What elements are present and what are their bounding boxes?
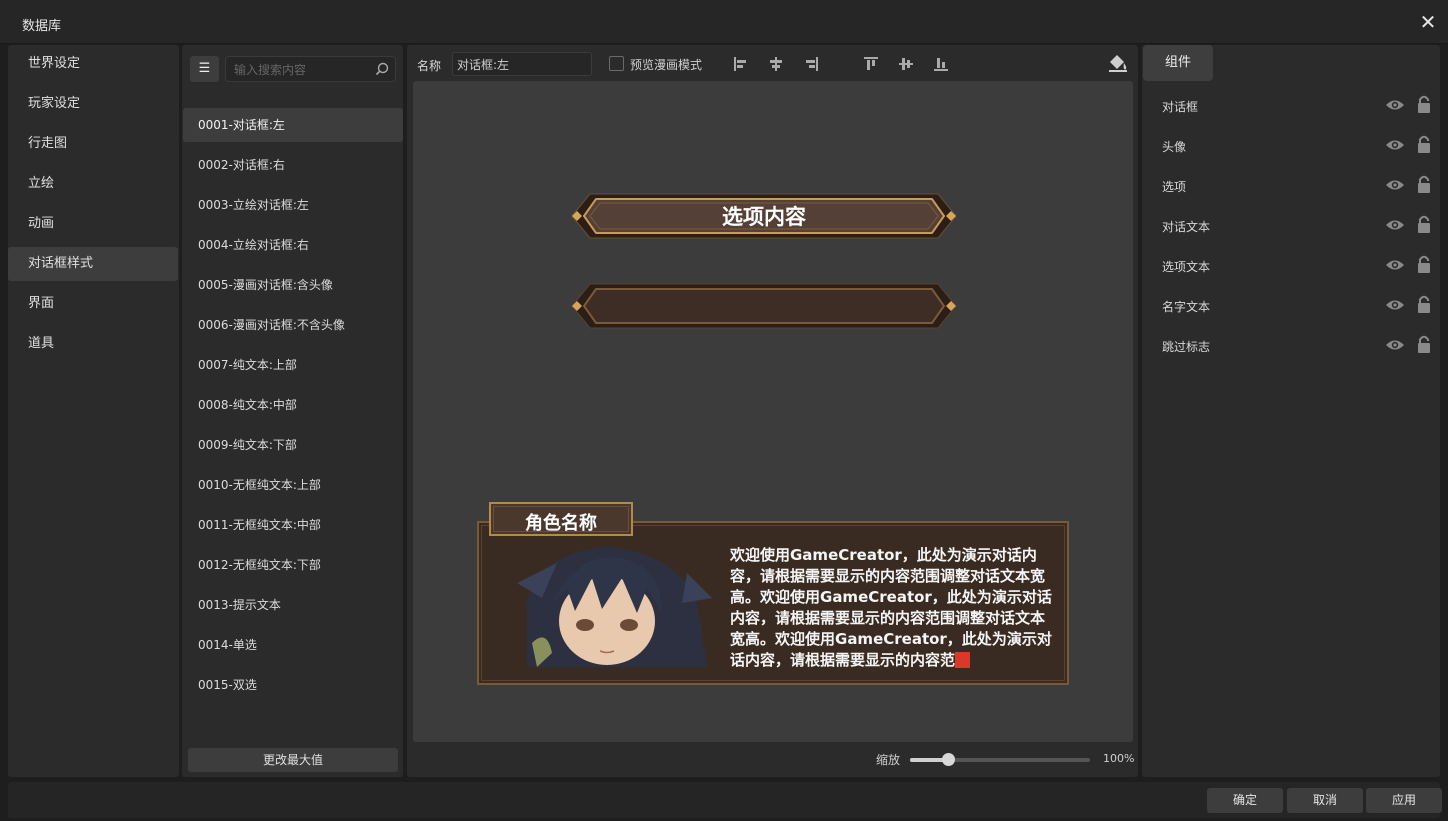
preview-comic-checkbox[interactable]: [609, 56, 624, 71]
component-item[interactable]: 对话框: [1142, 88, 1440, 122]
list-item[interactable]: 0008-纯文本:中部: [183, 388, 403, 422]
list-item[interactable]: 0007-纯文本:上部: [183, 348, 403, 382]
footer-bar: 确定 取消 应用: [8, 782, 1442, 818]
list-item[interactable]: 0006-漫画对话框:不含头像: [183, 308, 403, 342]
zoom-slider-handle[interactable]: [941, 753, 955, 766]
title-bar: 数据库 ✕: [0, 0, 1448, 44]
paint-bucket-icon[interactable]: [1107, 53, 1129, 73]
list-item[interactable]: 0003-立绘对话框:左: [183, 188, 403, 222]
align-center-horizontal-icon[interactable]: [767, 55, 785, 73]
visibility-eye-icon[interactable]: [1385, 177, 1405, 193]
preview-canvas[interactable]: 选项内容 角色名称 欢迎使用GameCreator，此处为演示对话内容，请根据需…: [413, 81, 1133, 742]
component-item[interactable]: 跳过标志: [1142, 328, 1440, 362]
list-item[interactable]: 0015-双选: [183, 668, 403, 702]
option-plate: [571, 283, 957, 329]
search-icon[interactable]: [375, 62, 389, 76]
align-left-icon[interactable]: [732, 55, 750, 73]
components-panel: 组件 对话框头像选项对话文本选项文本名字文本跳过标志: [1142, 45, 1440, 777]
category-item[interactable]: 行走图: [8, 127, 178, 161]
editor-panel: 名称 预览漫画模式 选项内容: [407, 45, 1138, 777]
list-item[interactable]: 0014-单选: [183, 628, 403, 662]
visibility-eye-icon[interactable]: [1385, 297, 1405, 313]
category-item[interactable]: 道具: [8, 327, 178, 361]
component-item[interactable]: 名字文本: [1142, 288, 1440, 322]
name-label: 名称: [417, 59, 442, 73]
ok-button[interactable]: 确定: [1207, 788, 1283, 813]
align-bottom-icon[interactable]: [932, 55, 950, 73]
lock-icon[interactable]: [1416, 294, 1432, 314]
component-label: 对话框: [1162, 100, 1199, 114]
visibility-eye-icon[interactable]: [1385, 217, 1405, 233]
lock-icon[interactable]: [1416, 94, 1432, 114]
visibility-eye-icon[interactable]: [1385, 257, 1405, 273]
zoom-value: 100%: [1103, 752, 1135, 765]
cancel-button[interactable]: 取消: [1287, 788, 1363, 813]
dialog-text: 欢迎使用GameCreator，此处为演示对话内容，请根据需要显示的内容范围调整…: [730, 545, 1055, 671]
option-text: 选项内容: [722, 205, 806, 229]
component-label: 选项: [1162, 180, 1187, 194]
list-item-selected[interactable]: 0001-对话框:左: [183, 108, 403, 142]
category-panel: 世界设定 玩家设定 行走图 立绘 动画 对话框样式 界面 道具: [8, 45, 179, 777]
speaker-name: 角色名称: [525, 513, 597, 534]
window-title: 数据库: [22, 19, 62, 34]
list-item[interactable]: 0002-对话框:右: [183, 148, 403, 182]
list-item[interactable]: 0011-无框纯文本:中部: [183, 508, 403, 542]
list-item[interactable]: 0013-提示文本: [183, 588, 403, 622]
align-right-icon[interactable]: [802, 55, 820, 73]
apply-button[interactable]: 应用: [1366, 788, 1442, 813]
zoom-label: 缩放: [876, 753, 901, 767]
list-item[interactable]: 0009-纯文本:下部: [183, 428, 403, 462]
align-middle-vertical-icon[interactable]: [897, 55, 915, 73]
style-list-panel: ☰ 0001-对话框:左 0002-对话框:右 0003-立绘对话框:左 000…: [182, 45, 403, 777]
name-field[interactable]: [452, 52, 592, 76]
category-item[interactable]: 界面: [8, 287, 178, 321]
component-item[interactable]: 选项: [1142, 168, 1440, 202]
name-plate: 角色名称: [489, 502, 633, 536]
tab-components[interactable]: 组件: [1143, 45, 1213, 81]
visibility-eye-icon[interactable]: [1385, 337, 1405, 353]
component-item[interactable]: 头像: [1142, 128, 1440, 162]
component-label: 名字文本: [1162, 300, 1211, 314]
list-item[interactable]: 0004-立绘对话框:右: [183, 228, 403, 262]
lock-icon[interactable]: [1416, 254, 1432, 274]
zoom-slider[interactable]: [910, 753, 1090, 766]
list-item[interactable]: 0010-无框纯文本:上部: [183, 468, 403, 502]
lock-icon[interactable]: [1416, 214, 1432, 234]
lock-icon[interactable]: [1416, 134, 1432, 154]
component-label: 头像: [1162, 140, 1187, 154]
category-item[interactable]: 玩家设定: [8, 87, 178, 121]
lock-icon[interactable]: [1416, 174, 1432, 194]
skip-marker-icon: [955, 652, 971, 668]
lock-icon[interactable]: [1416, 334, 1432, 354]
visibility-eye-icon[interactable]: [1385, 97, 1405, 113]
component-label: 跳过标志: [1162, 340, 1211, 354]
close-icon[interactable]: ✕: [1418, 12, 1438, 32]
component-label: 对话文本: [1162, 220, 1211, 234]
component-item[interactable]: 对话文本: [1142, 208, 1440, 242]
list-item[interactable]: 0005-漫画对话框:含头像: [183, 268, 403, 302]
avatar-portrait: [517, 547, 712, 667]
category-item-selected[interactable]: 对话框样式: [8, 247, 178, 281]
component-item[interactable]: 选项文本: [1142, 248, 1440, 282]
component-label: 选项文本: [1162, 260, 1211, 274]
category-item[interactable]: 世界设定: [8, 47, 178, 81]
visibility-eye-icon[interactable]: [1385, 137, 1405, 153]
category-item[interactable]: 动画: [8, 207, 178, 241]
dialog-text-content: 欢迎使用GameCreator，此处为演示对话内容，请根据需要显示的内容范围调整…: [730, 546, 1052, 669]
list-item[interactable]: 0012-无框纯文本:下部: [183, 548, 403, 582]
category-item[interactable]: 立绘: [8, 167, 178, 201]
search-box: [225, 56, 396, 82]
align-top-icon[interactable]: [862, 55, 880, 73]
search-input[interactable]: [234, 61, 374, 78]
change-max-button[interactable]: 更改最大值: [188, 748, 398, 772]
menu-icon[interactable]: ☰: [190, 56, 219, 82]
preview-comic-label: 预览漫画模式: [630, 58, 703, 72]
